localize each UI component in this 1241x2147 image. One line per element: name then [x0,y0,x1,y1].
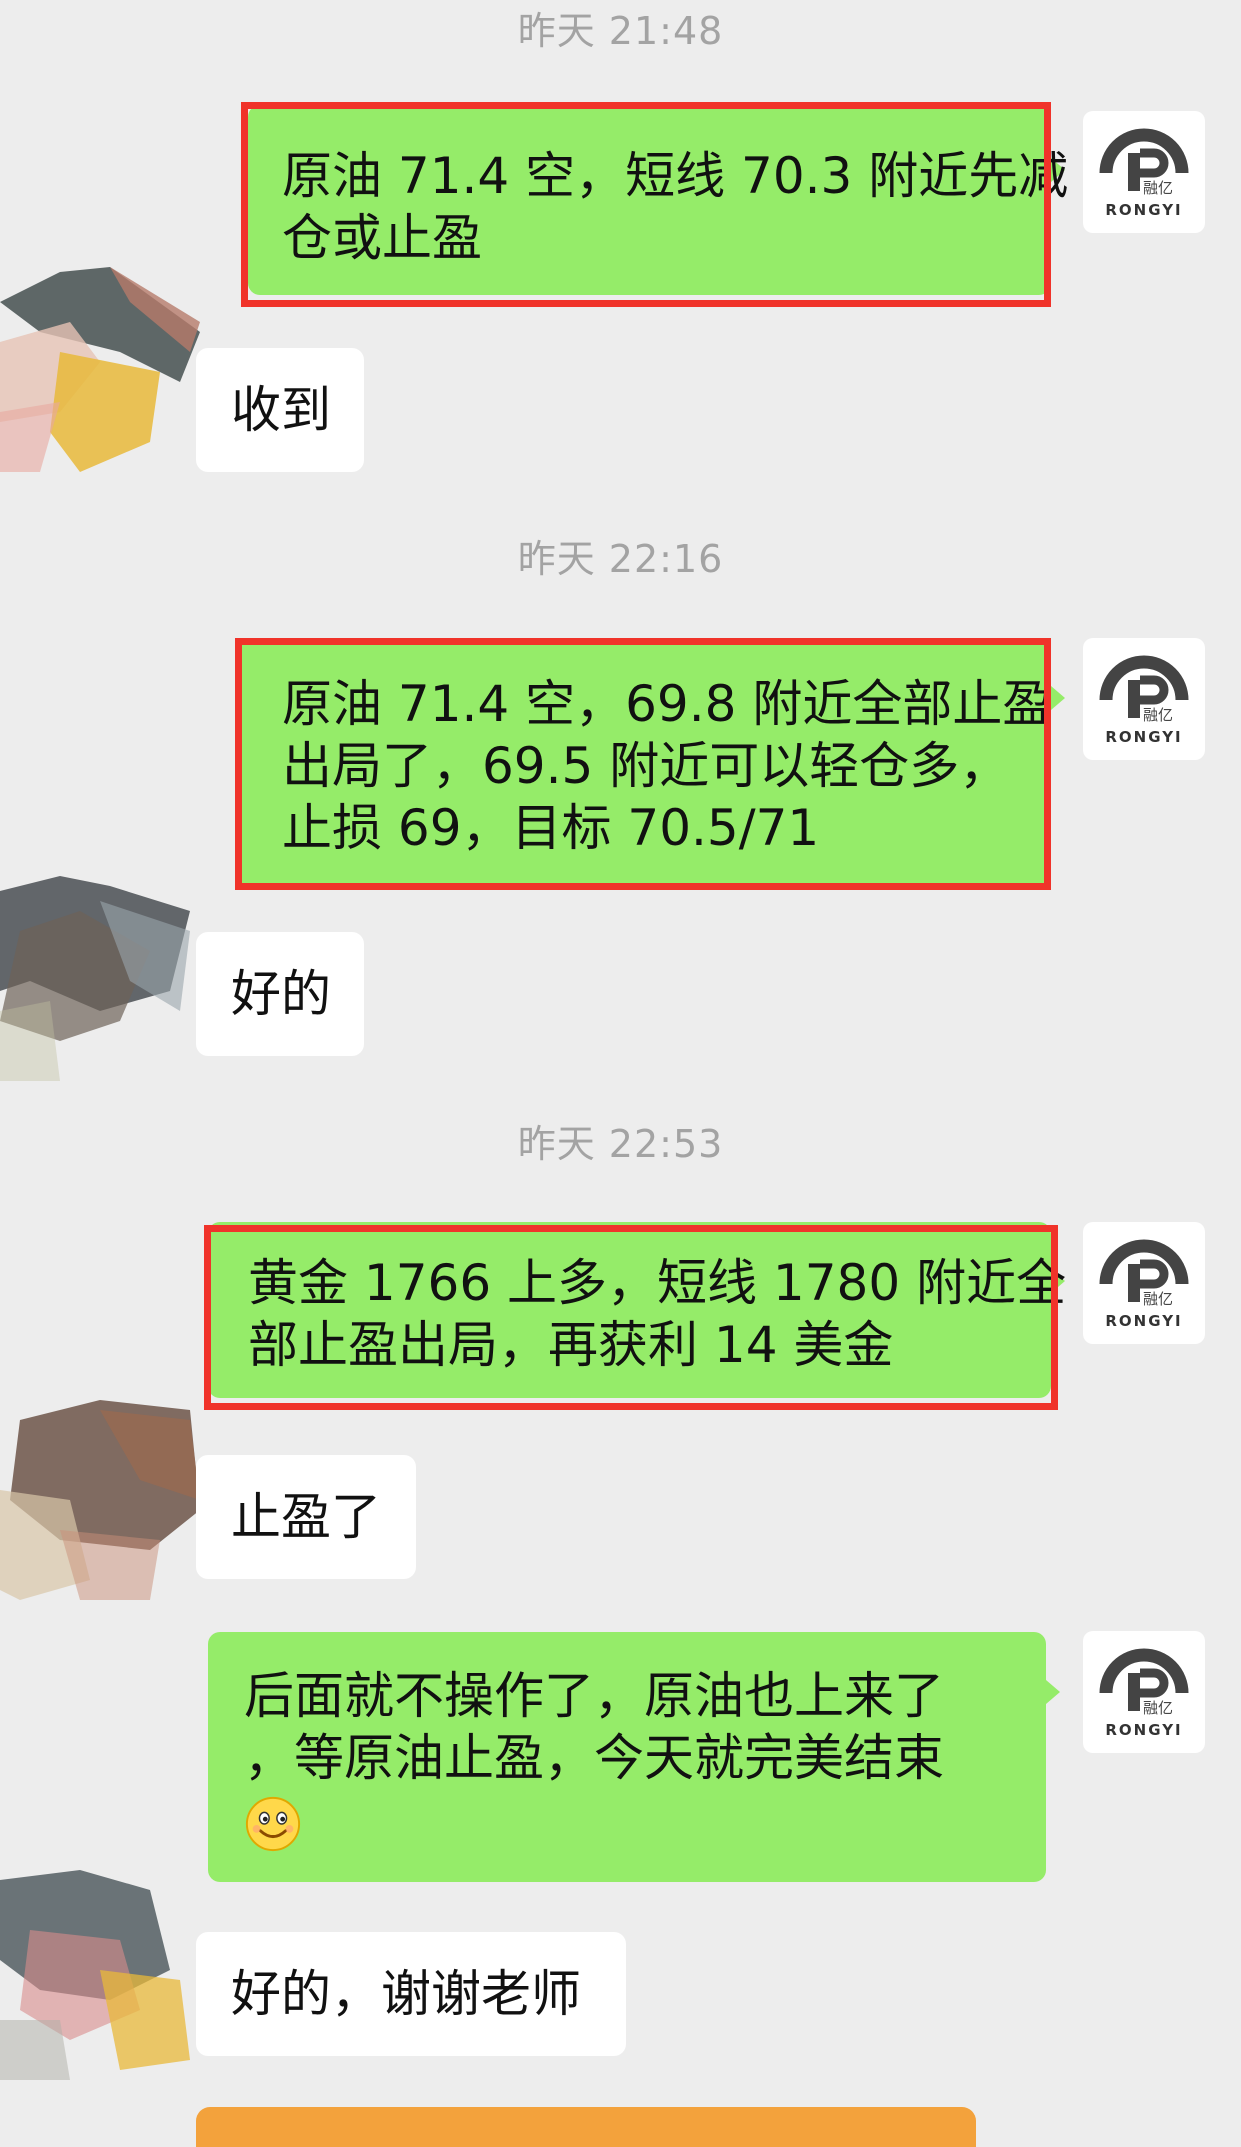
user-avatar[interactable] [0,1870,200,2080]
timestamp: 昨天 22:53 [517,1122,724,1166]
message-line: 收到 [231,381,331,439]
svg-text:RONGYI: RONGYI [1105,201,1182,219]
svg-text:融亿: 融亿 [1143,706,1173,724]
user-avatar[interactable] [0,871,200,1081]
svg-text:RONGYI: RONGYI [1105,1312,1182,1330]
svg-text:RONGYI: RONGYI [1105,1721,1182,1739]
svg-text:融亿: 融亿 [1143,1290,1173,1308]
svg-text:融亿: 融亿 [1143,179,1173,197]
message-bubble[interactable]: 收到 [196,348,364,472]
message-bubble[interactable]: 后面就不操作了，原油也上来了 ，等原油止盈，今天就完美结束 [208,1632,1046,1882]
smile-emoji-icon [244,1789,1046,1853]
message-bubble[interactable]: 止盈了 [196,1455,416,1579]
message-line: 止盈了 [231,1488,381,1546]
message-bubble[interactable]: 好的 [196,932,364,1056]
message-line: 后面就不操作了，原油也上来了 [244,1667,944,1725]
message-line: 好的 [231,965,331,1023]
user-avatar[interactable] [0,262,200,472]
svg-text:融亿: 融亿 [1143,1699,1173,1717]
highlight-outline [241,102,1051,307]
message-line: 好的，谢谢老师 [231,1965,581,2023]
timestamp: 昨天 22:16 [517,537,724,581]
message-bubble[interactable]: 好的，谢谢老师 [196,1932,626,2056]
rongyi-avatar-icon[interactable]: 融亿 RONGYI [1083,111,1205,233]
timestamp: 昨天 21:48 [517,9,724,53]
user-avatar[interactable] [0,1390,200,1600]
message-line: ，等原油止盈，今天就完美结束 [244,1729,944,1787]
rongyi-avatar-icon[interactable]: 融亿 RONGYI [1083,638,1205,760]
bubble-tail [1051,686,1065,710]
svg-text:RONGYI: RONGYI [1105,728,1182,746]
next-message-bubble[interactable] [196,2107,976,2147]
rongyi-avatar-icon[interactable]: 融亿 RONGYI [1083,1222,1205,1344]
highlight-outline [235,638,1051,890]
highlight-outline [204,1225,1058,1410]
bubble-tail [1046,1680,1060,1704]
rongyi-avatar-icon[interactable]: 融亿 RONGYI [1083,1631,1205,1753]
